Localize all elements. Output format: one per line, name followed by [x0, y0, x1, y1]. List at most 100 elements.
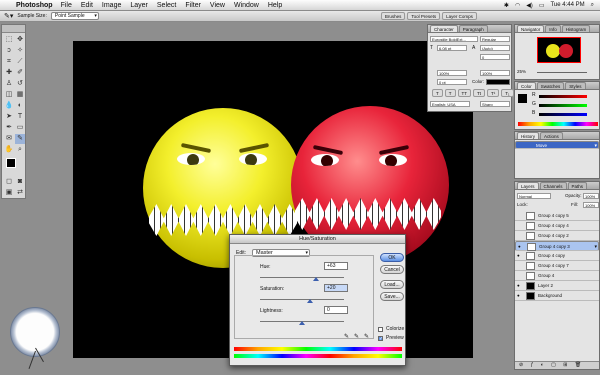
layer-visibility-eye-icon[interactable]: ●: [517, 293, 520, 298]
quickmask-on-icon[interactable]: ◙: [15, 177, 25, 187]
saturation-field[interactable]: +20: [324, 284, 348, 292]
tab-histogram[interactable]: Histogram: [561, 25, 591, 32]
lasso-tool-icon[interactable]: ↄ: [4, 46, 14, 56]
marquee-tool-icon[interactable]: ⬚: [4, 35, 14, 45]
dodge-tool-icon[interactable]: ◐: [15, 101, 25, 111]
vertical-scale-field[interactable]: 100%: [437, 70, 467, 76]
bluetooth-icon[interactable]: ✱: [504, 2, 509, 9]
horizontal-scale-field[interactable]: 100%: [480, 70, 510, 76]
hue-slider-thumb[interactable]: [313, 277, 320, 281]
crop-tool-icon[interactable]: ⌗: [4, 57, 14, 67]
magic-wand-icon[interactable]: ✧: [15, 46, 25, 56]
layer-row[interactable]: Group 4 copy 2: [515, 231, 599, 241]
layer-row[interactable]: Group 4 copy 7: [515, 261, 599, 271]
pen-tool-icon[interactable]: ✒: [4, 123, 14, 133]
navigator-thumbnail[interactable]: [537, 37, 581, 63]
fill-field[interactable]: 100%: [583, 202, 599, 208]
blur-tool-icon[interactable]: 💧: [4, 101, 14, 111]
history-brush-icon[interactable]: ↺: [15, 79, 25, 89]
tracking-field[interactable]: 0: [480, 54, 510, 60]
tab-styles[interactable]: Styles: [565, 82, 586, 89]
tab-color[interactable]: Color: [517, 82, 536, 89]
tab-info[interactable]: Info: [545, 25, 561, 32]
layers-footer-buttons[interactable]: ⊘ ƒ ◐ ▢ ⊞ 🗑: [515, 361, 599, 369]
tab-history[interactable]: History: [517, 132, 540, 139]
quickmask-off-icon[interactable]: ◻: [4, 177, 14, 187]
layer-visibility-eye-icon[interactable]: ●: [517, 253, 520, 258]
preview-checkbox[interactable]: ✓: [378, 336, 383, 342]
menu-layer[interactable]: Layer: [130, 2, 148, 9]
tab-navigator[interactable]: Navigator: [517, 25, 545, 32]
brush-tool-icon[interactable]: ✐: [15, 68, 25, 78]
hue-slider[interactable]: [260, 277, 344, 281]
layer-row[interactable]: Group 4 copy 4: [515, 221, 599, 231]
battery-icon[interactable]: ▭: [539, 2, 545, 9]
baseline-shift-field[interactable]: 0 pt: [437, 79, 467, 85]
font-family-select[interactable]: Eurostile BoldExt...: [430, 36, 478, 42]
hand-tool-icon[interactable]: ✋: [4, 145, 14, 155]
brushes-well-tab[interactable]: Brushes: [380, 12, 406, 20]
lightness-slider[interactable]: [260, 321, 344, 325]
subscript-button[interactable]: T₁: [501, 89, 514, 97]
clone-stamp-icon[interactable]: ♙: [4, 79, 14, 89]
tab-layers[interactable]: Layers: [517, 182, 539, 189]
menu-edit[interactable]: Edit: [81, 2, 93, 9]
screen-mode-icon[interactable]: ▣: [4, 188, 14, 198]
lightness-field[interactable]: 0: [324, 306, 348, 314]
eyedropper-preset-icon[interactable]: ✎▾: [4, 12, 13, 20]
superscript-button[interactable]: T¹: [487, 89, 500, 97]
layer-visibility-eye-icon[interactable]: ●: [517, 283, 520, 288]
path-selection-icon[interactable]: ➤: [4, 112, 14, 122]
tab-paths[interactable]: Paths: [567, 182, 588, 189]
small-caps-button[interactable]: Tt: [473, 89, 485, 97]
sample-size-select[interactable]: Point Sample: [50, 12, 99, 20]
menu-file[interactable]: File: [61, 2, 72, 9]
opacity-field[interactable]: 100%: [583, 193, 599, 199]
faux-bold-button[interactable]: T: [432, 89, 443, 97]
color-ramp[interactable]: [518, 122, 598, 126]
language-select[interactable]: English: USA: [430, 101, 470, 107]
text-color-swatch[interactable]: [486, 79, 510, 85]
tab-character[interactable]: Character: [430, 25, 458, 32]
saturation-slider-thumb[interactable]: [307, 299, 314, 303]
spotlight-icon[interactable]: ⌕: [591, 2, 594, 9]
zoom-tool-icon[interactable]: ⌕: [15, 145, 25, 155]
menu-clock[interactable]: Tue 4:44 PM: [550, 2, 584, 8]
eyedropper-minus-icon[interactable]: ✎: [364, 333, 369, 340]
tab-channels[interactable]: Channels: [539, 182, 567, 189]
menu-filter[interactable]: Filter: [185, 2, 201, 9]
menu-help[interactable]: Help: [268, 2, 282, 9]
menu-select[interactable]: Select: [157, 2, 176, 9]
blend-mode-select[interactable]: Normal: [517, 193, 551, 199]
slice-tool-icon[interactable]: ⟋: [15, 57, 25, 67]
foreground-color-swatch[interactable]: [6, 158, 16, 168]
tab-swatches[interactable]: Swatches: [536, 82, 565, 89]
layer-comps-well-tab[interactable]: Layer Comps: [442, 12, 477, 20]
menu-view[interactable]: View: [210, 2, 225, 9]
menu-image[interactable]: Image: [102, 2, 121, 9]
eyedropper-plus-icon[interactable]: ✎: [354, 333, 359, 340]
layer-row[interactable]: ● Group 4 copy: [515, 251, 599, 261]
tab-actions[interactable]: Actions: [540, 132, 563, 139]
wifi-icon[interactable]: ◠: [515, 2, 520, 9]
saturation-slider[interactable]: [260, 299, 344, 303]
font-style-select[interactable]: Regular: [480, 36, 510, 42]
layer-row[interactable]: Group 4 copy 5: [515, 211, 599, 221]
font-size-field[interactable]: 6.08 pt: [437, 45, 467, 51]
move-tool-icon[interactable]: ✥: [15, 35, 25, 45]
colorize-checkbox[interactable]: [378, 327, 383, 332]
volume-icon[interactable]: ◀): [526, 2, 533, 9]
red-channel-slider[interactable]: [539, 95, 587, 98]
leading-field[interactable]: (Auto): [480, 45, 510, 51]
app-menu[interactable]: Photoshop: [16, 2, 53, 9]
gradient-tool-icon[interactable]: ▦: [15, 90, 25, 100]
antialias-select[interactable]: Sharp: [480, 101, 510, 107]
all-caps-button[interactable]: TT: [457, 89, 471, 97]
cancel-button[interactable]: Cancel: [380, 265, 404, 274]
green-channel-slider[interactable]: [539, 104, 587, 107]
layer-row[interactable]: Group 4: [515, 271, 599, 281]
load-button[interactable]: Load...: [380, 280, 404, 289]
blue-channel-slider[interactable]: [539, 113, 587, 116]
imageready-jump-icon[interactable]: ⇄: [15, 188, 25, 198]
hue-field[interactable]: +63: [324, 262, 348, 270]
